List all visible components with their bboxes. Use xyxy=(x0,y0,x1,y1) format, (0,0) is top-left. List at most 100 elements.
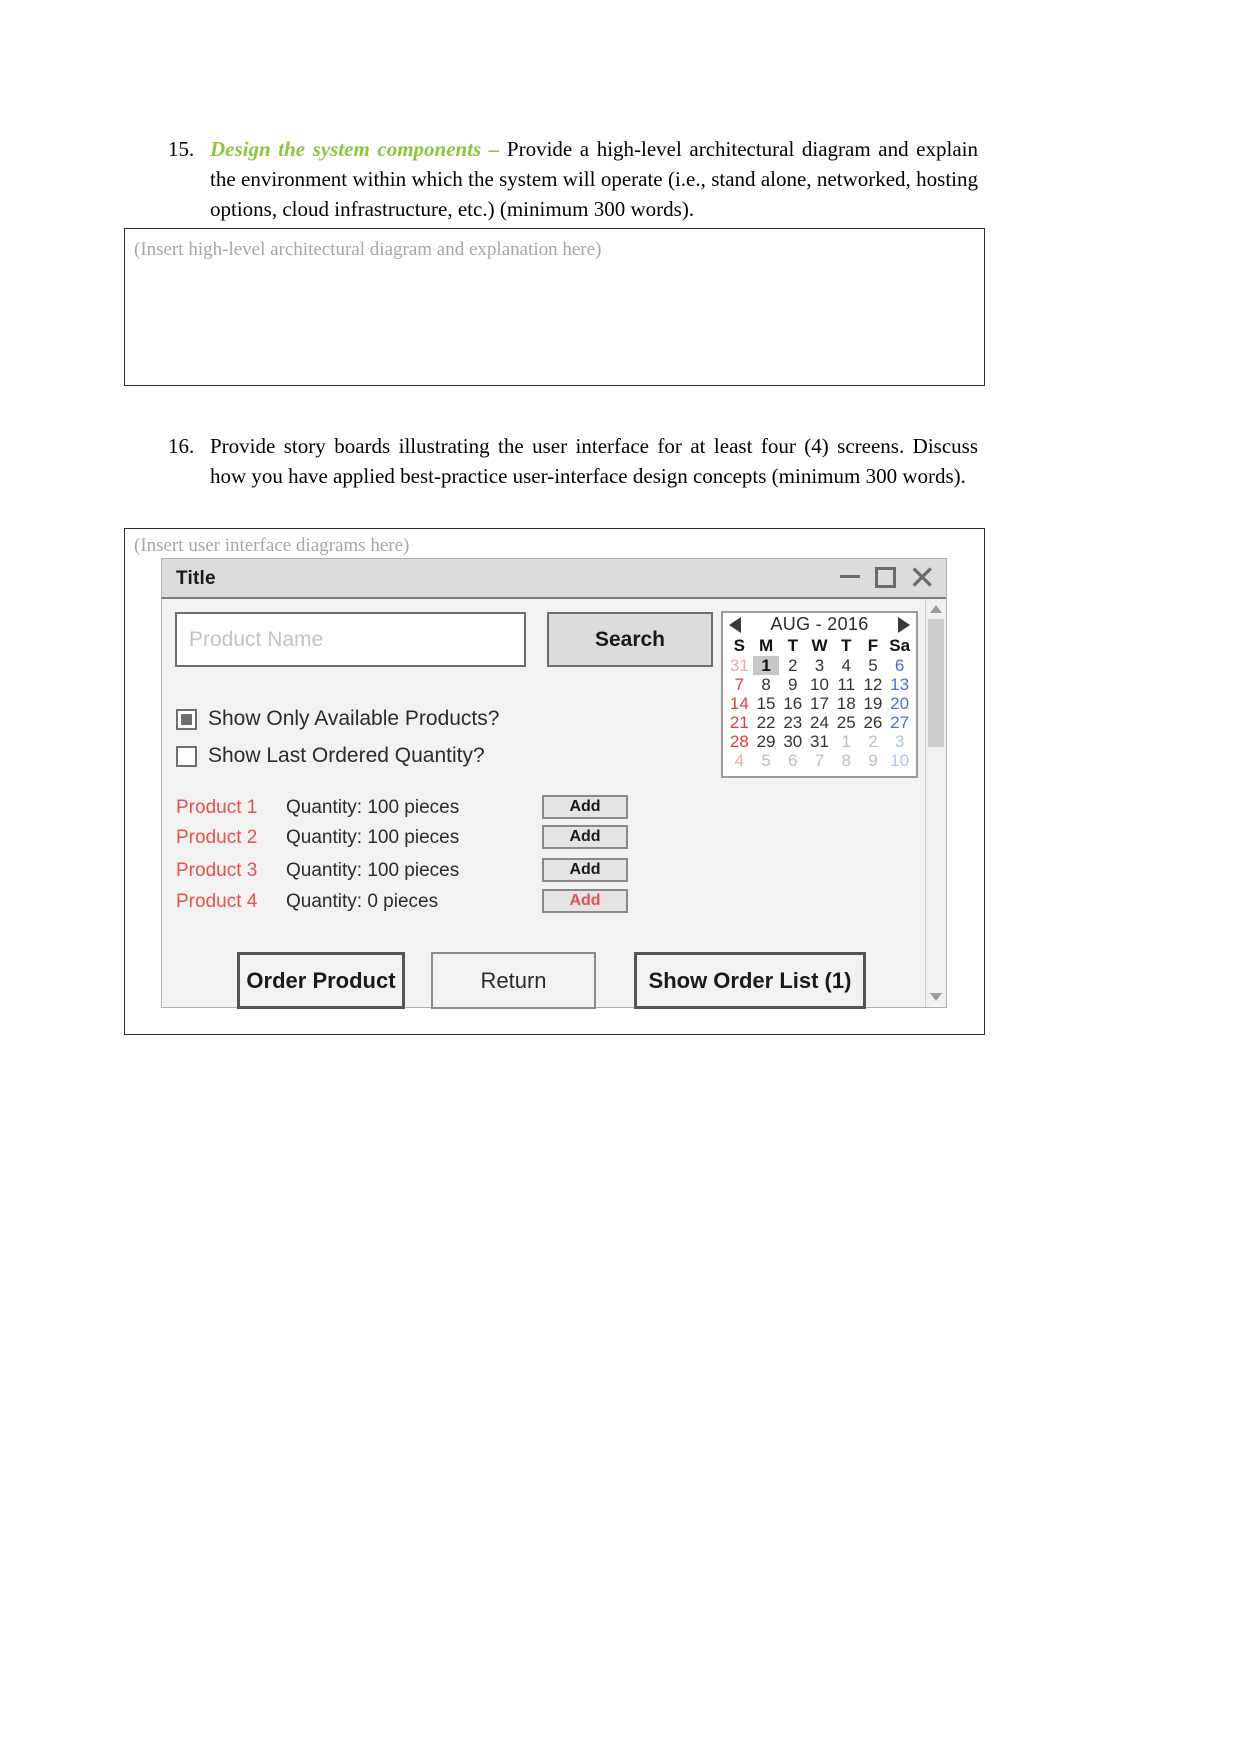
option-show-available[interactable]: Show Only Available Products? xyxy=(176,707,499,731)
calendar-day-cell[interactable]: 21 xyxy=(726,713,753,732)
product-name-placeholder: Product Name xyxy=(189,628,324,651)
calendar-day-cell[interactable]: 9 xyxy=(779,675,806,694)
calendar-day-cell[interactable]: 3 xyxy=(886,732,913,751)
calendar-day-cell[interactable]: 13 xyxy=(886,675,913,694)
calendar-day-cell[interactable]: 23 xyxy=(779,713,806,732)
insert-box-ui-diagrams-placeholder: (Insert user interface diagrams here) xyxy=(134,535,410,556)
option-show-last-qty-label: Show Last Ordered Quantity? xyxy=(208,744,485,767)
calendar-dow: S xyxy=(733,636,746,655)
calendar-prev-month-icon[interactable] xyxy=(729,617,741,633)
calendar-day-cell[interactable]: 6 xyxy=(779,751,806,770)
calendar-day-cell[interactable]: 18 xyxy=(833,694,860,713)
order-product-button[interactable]: Order Product xyxy=(237,952,405,1009)
calendar-days-grid[interactable]: 31 1 2 3 4 5 6 7 8 9 10 11 12 13 14 15 16 17 18 19 20 21 22 23 2… xyxy=(723,656,916,770)
calendar-day-cell[interactable]: 7 xyxy=(806,751,833,770)
calendar-day-cell[interactable]: 6 xyxy=(886,656,913,675)
product-row: Product 2 Quantity: 100 pieces Add xyxy=(176,825,776,857)
calendar-day-cell[interactable]: 12 xyxy=(860,675,887,694)
calendar-day-cell[interactable]: 14 xyxy=(726,694,753,713)
calendar-day-cell[interactable]: 27 xyxy=(886,713,913,732)
minimize-icon[interactable] xyxy=(840,575,860,578)
product-name: Product 1 xyxy=(176,797,258,818)
option-show-available-label: Show Only Available Products? xyxy=(208,707,500,730)
calendar-header: AUG - 2016 xyxy=(723,613,916,636)
calendar-day-cell[interactable]: 1 xyxy=(833,732,860,751)
product-row: Product 1 Quantity: 100 pieces Add xyxy=(176,795,776,827)
calendar-day-cell[interactable]: 15 xyxy=(753,694,780,713)
calendar-day-cell[interactable]: 17 xyxy=(806,694,833,713)
calendar-day-cell[interactable]: 24 xyxy=(806,713,833,732)
mockup-window-title: Title xyxy=(176,568,216,589)
product-name: Product 3 xyxy=(176,860,258,881)
search-button[interactable]: Search xyxy=(547,612,713,667)
calendar-day-cell[interactable]: 9 xyxy=(860,751,887,770)
return-button[interactable]: Return xyxy=(431,952,596,1009)
calendar-dow: W xyxy=(811,636,828,655)
doc-item-15: 15. Design the system components – Provi… xyxy=(168,134,978,224)
calendar-day-cell[interactable]: 31 xyxy=(726,656,753,675)
calendar-day-cell[interactable]: 1 xyxy=(752,656,780,675)
item-16-body: Provide story boards illustrating the us… xyxy=(210,434,978,488)
calendar-day-cell[interactable]: 7 xyxy=(726,675,753,694)
checkbox-icon[interactable] xyxy=(176,708,197,730)
checkbox-icon[interactable] xyxy=(176,745,197,767)
calendar-dow: F xyxy=(867,636,879,655)
calendar-day-cell[interactable]: 29 xyxy=(753,732,780,751)
show-order-list-button[interactable]: Show Order List (1) xyxy=(634,952,866,1009)
calendar-day-cell[interactable]: 19 xyxy=(860,694,887,713)
product-row: Product 4 Quantity: 0 pieces Add xyxy=(176,889,776,921)
add-product-button[interactable]: Add xyxy=(542,889,628,913)
product-name-input[interactable]: Product Name xyxy=(175,612,526,667)
mockup-title-bar: Title ✕ xyxy=(162,559,946,599)
item-15-body: Design the system components – Provide a… xyxy=(210,134,978,224)
calendar-dow: T xyxy=(787,636,798,655)
close-icon[interactable]: ✕ xyxy=(908,561,936,594)
product-name: Product 4 xyxy=(176,891,258,912)
calendar-next-month-icon[interactable] xyxy=(898,617,910,633)
calendar-day-cell[interactable]: 20 xyxy=(886,694,913,713)
product-row: Product 3 Quantity: 100 pieces Add xyxy=(176,858,776,890)
calendar-day-cell[interactable]: 25 xyxy=(833,713,860,732)
calendar-day-cell[interactable]: 10 xyxy=(806,675,833,694)
product-name: Product 2 xyxy=(176,827,258,848)
calendar-day-cell[interactable]: 11 xyxy=(833,675,860,694)
calendar-month-title: AUG - 2016 xyxy=(770,614,869,634)
add-product-button[interactable]: Add xyxy=(542,795,628,819)
add-product-button[interactable]: Add xyxy=(542,858,628,882)
calendar-day-cell[interactable]: 2 xyxy=(860,732,887,751)
product-quantity: Quantity: 100 pieces xyxy=(286,797,460,818)
calendar-day-cell[interactable]: 26 xyxy=(860,713,887,732)
calendar-dow: Sa xyxy=(889,636,911,655)
calendar-day-cell[interactable]: 5 xyxy=(860,656,887,675)
calendar-day-cell[interactable]: 4 xyxy=(833,656,860,675)
scroll-down-icon[interactable] xyxy=(930,993,942,1001)
calendar-day-cell[interactable]: 10 xyxy=(886,751,913,770)
calendar-day-cell[interactable]: 22 xyxy=(753,713,780,732)
scrollbar-thumb[interactable] xyxy=(928,619,944,747)
insert-box-architecture-placeholder: (Insert high-level architectural diagram… xyxy=(134,239,602,260)
calendar-day-cell[interactable]: 3 xyxy=(806,656,833,675)
add-product-button[interactable]: Add xyxy=(542,825,628,849)
product-quantity: Quantity: 100 pieces xyxy=(286,827,460,848)
calendar-day-cell[interactable]: 30 xyxy=(779,732,806,751)
calendar-day-cell[interactable]: 28 xyxy=(726,732,753,751)
item-15-emphasis: Design the system components – xyxy=(210,137,507,161)
insert-box-architecture[interactable]: (Insert high-level architectural diagram… xyxy=(124,228,985,386)
calendar-day-cell[interactable]: 16 xyxy=(779,694,806,713)
item-15-number: 15. xyxy=(168,137,195,161)
maximize-icon[interactable] xyxy=(875,567,896,588)
calendar-day-cell[interactable]: 8 xyxy=(833,751,860,770)
calendar-day-cell[interactable]: 5 xyxy=(753,751,780,770)
calendar-dow: T xyxy=(841,636,852,655)
calendar-day-cell[interactable]: 8 xyxy=(753,675,780,694)
calendar-day-cell[interactable]: 2 xyxy=(779,656,806,675)
calendar-day-cell[interactable]: 4 xyxy=(726,751,753,770)
calendar-dow: M xyxy=(758,636,774,655)
option-show-last-qty[interactable]: Show Last Ordered Quantity? xyxy=(176,744,485,768)
ui-mockup-window: Title ✕ Product Name Search AUG - 2016 S… xyxy=(161,558,947,1009)
calendar-widget[interactable]: AUG - 2016 S M T W T F Sa 31 1 2 3 4 5 6 7 8 9 10 1… xyxy=(721,611,918,778)
calendar-day-cell[interactable]: 31 xyxy=(806,732,833,751)
vertical-scrollbar[interactable] xyxy=(925,599,946,1007)
scroll-up-icon[interactable] xyxy=(930,605,942,613)
product-quantity: Quantity: 0 pieces xyxy=(286,891,439,912)
